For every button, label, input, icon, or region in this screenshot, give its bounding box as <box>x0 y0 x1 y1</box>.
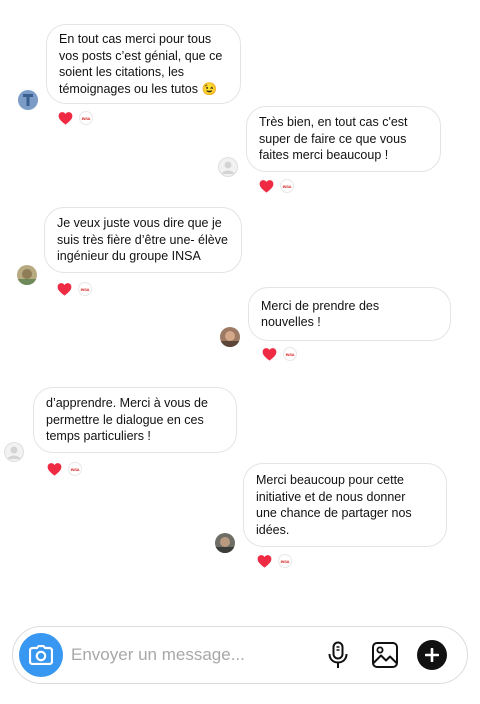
avatar[interactable] <box>215 533 235 553</box>
message-bubble[interactable]: Très bien, en tout cas c'est super de fa… <box>246 106 441 172</box>
message-bubble[interactable]: Merci beaucoup pour cette initiative et … <box>243 463 447 547</box>
avatar[interactable] <box>4 442 24 462</box>
reactor-avatar: INSA <box>79 111 93 125</box>
image-gallery-icon <box>372 642 398 668</box>
reactor-avatar: INSA <box>280 179 294 193</box>
avatar[interactable] <box>220 327 240 347</box>
reactor-avatar: INSA <box>283 347 297 361</box>
message-text: En tout cas merci pour tous vos posts c’… <box>59 32 223 96</box>
message-text: Très bien, en tout cas c'est super de fa… <box>259 115 408 163</box>
avatar[interactable] <box>17 265 37 285</box>
message-composer <box>12 626 468 684</box>
heart-icon <box>257 555 272 568</box>
reactor-avatar: INSA <box>78 282 92 296</box>
microphone-button[interactable] <box>325 641 351 669</box>
microphone-icon <box>328 641 348 668</box>
message-text: d’apprendre. Merci à vous de permettre l… <box>46 396 208 444</box>
heart-icon <box>47 463 62 476</box>
message-reactions[interactable]: INSA <box>257 553 292 569</box>
message-bubble[interactable]: En tout cas merci pour tous vos posts c’… <box>46 24 241 104</box>
camera-button[interactable] <box>19 633 63 677</box>
reactor-avatar: INSA <box>278 554 292 568</box>
message-bubble[interactable]: Merci de prendre des nouvelles ! <box>248 287 451 341</box>
message-reactions[interactable]: INSA <box>47 461 82 477</box>
gallery-button[interactable] <box>371 641 399 669</box>
message-reactions[interactable]: INSA <box>262 346 297 362</box>
message-bubble[interactable]: d’apprendre. Merci à vous de permettre l… <box>33 387 237 453</box>
message-input[interactable] <box>71 639 311 671</box>
heart-icon <box>262 348 277 361</box>
plus-icon <box>425 648 439 662</box>
heart-icon <box>58 112 73 125</box>
message-text: Merci beaucoup pour cette initiative et … <box>256 473 412 537</box>
avatar[interactable] <box>218 157 238 177</box>
heart-icon <box>259 180 274 193</box>
more-button[interactable] <box>417 640 447 670</box>
camera-icon <box>29 645 53 665</box>
message-reactions[interactable]: INSA <box>57 281 92 297</box>
message-bubble[interactable]: Je veux juste vous dire que je suis très… <box>44 207 242 273</box>
heart-icon <box>57 283 72 296</box>
reactor-avatar: INSA <box>68 462 82 476</box>
message-text: Merci de prendre des nouvelles ! <box>261 298 380 330</box>
message-reactions[interactable]: INSA <box>58 110 93 126</box>
avatar[interactable] <box>18 90 38 110</box>
message-text: Je veux juste vous dire que je suis très… <box>57 216 228 264</box>
dm-thread-screen: En tout cas merci pour tous vos posts c’… <box>0 0 480 704</box>
message-reactions[interactable]: INSA <box>259 178 294 194</box>
